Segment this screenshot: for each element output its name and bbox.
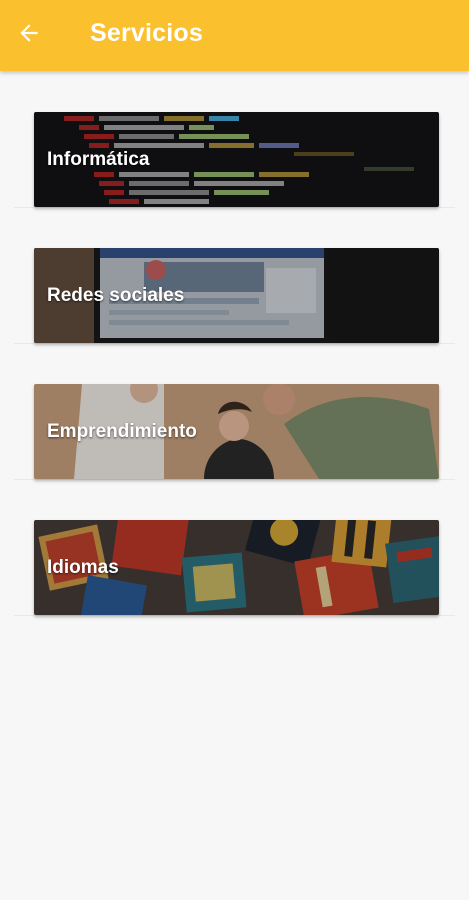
card-label: Informática	[47, 148, 150, 170]
list-item: Informática	[14, 71, 455, 208]
app-bar: Servicios	[0, 0, 469, 71]
card-label: Redes sociales	[47, 284, 185, 306]
list-item: Emprendimiento	[14, 343, 455, 480]
card-label: Emprendimiento	[47, 420, 197, 442]
list-item: Redes sociales	[14, 207, 455, 344]
service-card-emprendimiento[interactable]: Emprendimiento	[34, 384, 439, 479]
arrow-left-icon	[16, 20, 42, 51]
service-card-informatica[interactable]: Informática	[34, 112, 439, 207]
card-label: Idiomas	[47, 556, 119, 578]
service-card-idiomas[interactable]: Idiomas	[34, 520, 439, 615]
service-card-redes-sociales[interactable]: Redes sociales	[34, 248, 439, 343]
back-button[interactable]	[8, 15, 50, 55]
list-item: Idiomas	[14, 479, 455, 616]
page-title: Servicios	[90, 19, 203, 47]
